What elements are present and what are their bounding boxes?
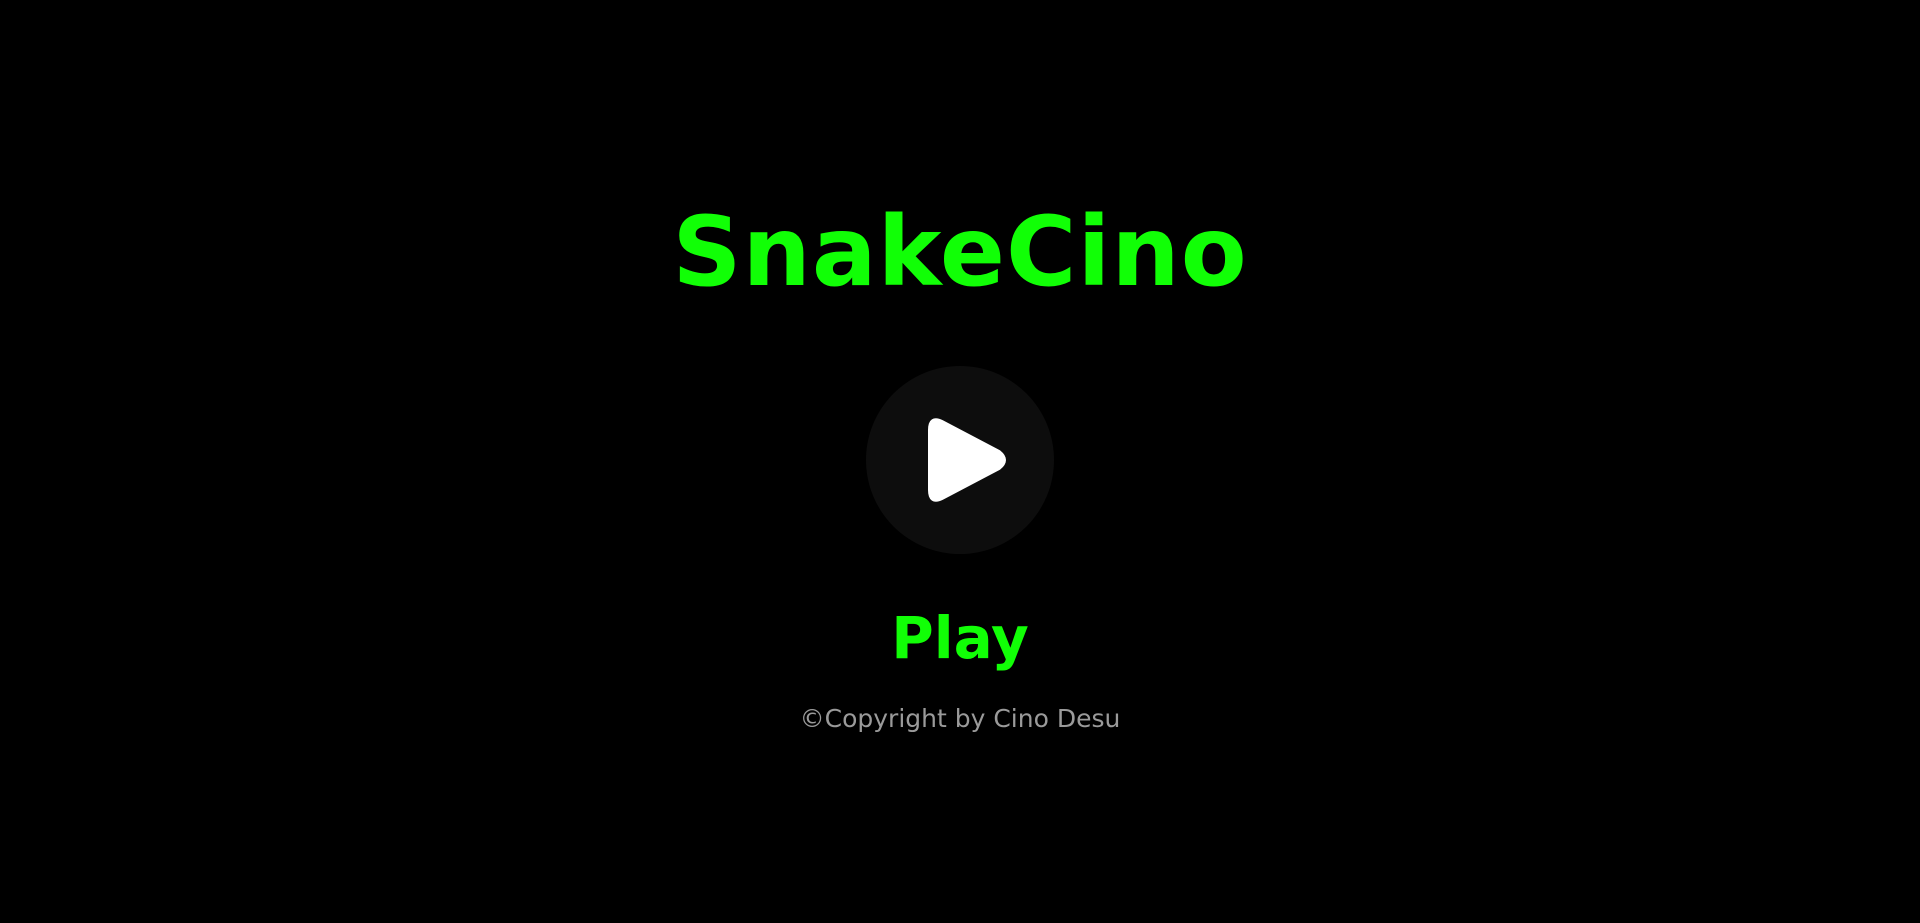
play-label[interactable]: Play <box>0 598 1920 678</box>
play-icon <box>928 418 1006 502</box>
game-title: SnakeCino <box>672 196 1248 308</box>
copyright-text: ©Copyright by Cino Desu <box>799 704 1121 733</box>
play-button[interactable] <box>866 366 1054 554</box>
start-screen: SnakeCino Play ©Copyright by Cino Desu <box>0 0 1920 923</box>
